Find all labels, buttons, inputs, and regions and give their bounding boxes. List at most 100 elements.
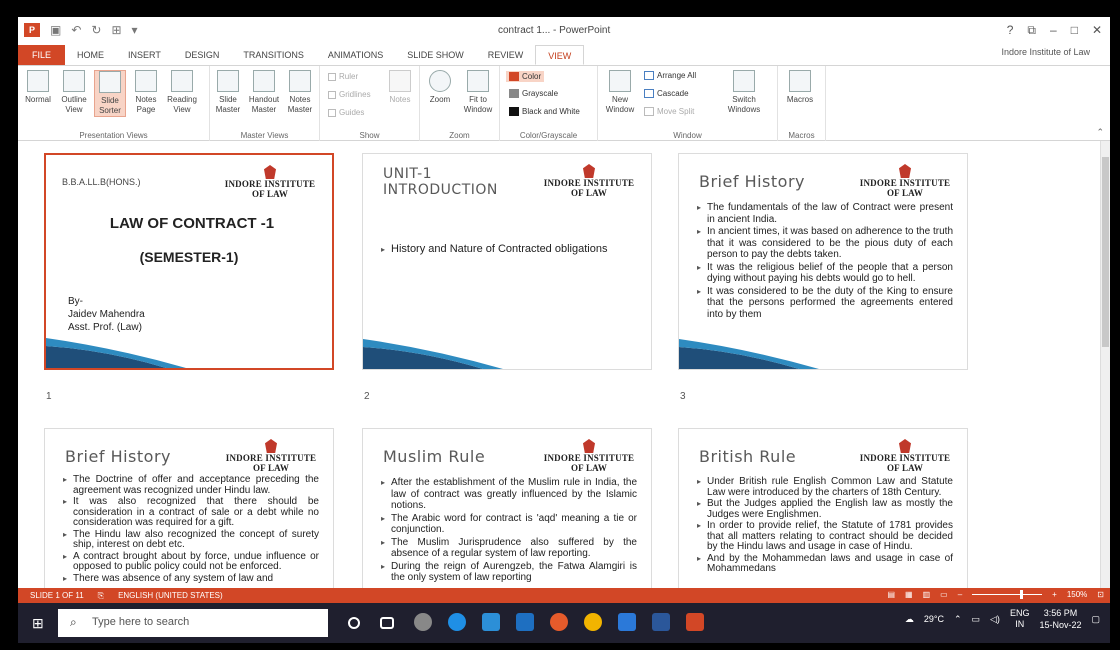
zoom-out-button[interactable]: – xyxy=(958,590,962,599)
customize-qat-icon[interactable]: ▾ xyxy=(132,23,138,37)
slide-title: UNIT-1 INTRODUCTION xyxy=(383,166,498,198)
color-grayscale-group: Color Grayscale Black and White Color/Gr… xyxy=(500,66,598,142)
new-window-button[interactable]: New Window xyxy=(602,70,638,115)
group-label: Master Views xyxy=(240,131,289,140)
slideshow-icon[interactable]: ▭ xyxy=(940,590,948,599)
color-button[interactable]: Color xyxy=(506,71,545,82)
gridlines-checkbox[interactable]: Gridlines xyxy=(328,90,371,99)
cortana-icon[interactable] xyxy=(348,617,360,629)
user-account[interactable]: Indore Institute of Law xyxy=(1001,47,1090,57)
tab-design[interactable]: DESIGN xyxy=(173,45,232,65)
edge-icon[interactable] xyxy=(448,613,466,631)
slide-thumbnail-2[interactable]: UNIT-1 INTRODUCTION INDORE INSTITUTE OF L… xyxy=(362,153,652,370)
zoom-slider-thumb[interactable] xyxy=(1020,590,1024,599)
mail-icon[interactable] xyxy=(516,613,534,631)
close-button[interactable]: ✕ xyxy=(1092,23,1102,38)
handout-master-button[interactable]: Handout Master xyxy=(248,70,280,115)
collapse-ribbon-icon[interactable]: ⌃ xyxy=(1096,127,1104,138)
ribbon-display-options-icon[interactable]: ⧉ xyxy=(1027,23,1036,38)
show-hidden-icons-icon[interactable]: ⌃ xyxy=(954,614,962,625)
status-bar: SLIDE 1 OF 11 ⎘ ENGLISH (UNITED STATES) … xyxy=(18,588,1110,603)
slide-thumbnail-6[interactable]: British Rule INDORE INSTITUTE OF LAW Und… xyxy=(678,428,968,588)
tab-transitions[interactable]: TRANSITIONS xyxy=(231,45,316,65)
fit-to-window-button[interactable]: Fit to Window xyxy=(462,70,494,115)
notes-master-button[interactable]: Notes Master xyxy=(284,70,316,115)
scrollbar-thumb[interactable] xyxy=(1102,157,1109,347)
slide-thumbnail-4[interactable]: Brief History INDORE INSTITUTE OF LAW Th… xyxy=(44,428,334,588)
chrome-icon[interactable] xyxy=(414,613,432,631)
store-icon[interactable] xyxy=(482,613,500,631)
notifications-icon[interactable]: ▢ xyxy=(1091,614,1100,625)
fit-slide-icon[interactable]: ⊡ xyxy=(1097,590,1104,599)
clock[interactable]: 3:56 PM 15-Nov-22 xyxy=(1039,607,1081,631)
minimize-button[interactable]: – xyxy=(1050,23,1057,38)
chrome-app-icon[interactable] xyxy=(584,613,602,631)
tab-animations[interactable]: ANIMATIONS xyxy=(316,45,395,65)
slide-sorter-button[interactable]: Slide Sorter xyxy=(94,70,126,117)
weather-icon[interactable]: ☁ xyxy=(905,614,914,625)
network-icon[interactable]: ▭ xyxy=(972,614,981,625)
macros-group: Macros Macros xyxy=(778,66,826,142)
zoom-in-button[interactable]: + xyxy=(1052,590,1057,599)
save-icon[interactable]: ▣ xyxy=(50,23,61,37)
reading-view-button[interactable]: Reading View xyxy=(166,70,198,115)
institute-logo: INDORE INSTITUTE OF LAW xyxy=(857,164,953,198)
black-and-white-button[interactable]: Black and White xyxy=(509,107,580,116)
move-split-button[interactable]: Move Split xyxy=(644,107,694,116)
word-icon[interactable] xyxy=(652,613,670,631)
emblem-icon xyxy=(899,439,911,453)
vertical-scrollbar[interactable] xyxy=(1100,141,1110,588)
slide-title: LAW OF CONTRACT -1 xyxy=(109,215,275,232)
tab-view[interactable]: VIEW xyxy=(535,45,585,65)
emblem-icon xyxy=(583,439,595,453)
slide-bullets: After the establishment of the Muslim ru… xyxy=(381,477,637,585)
windows-start-icon[interactable]: ⊞ xyxy=(32,615,44,632)
language-switcher[interactable]: ENG IN xyxy=(1010,608,1030,630)
window-controls: ? ⧉ – □ ✕ xyxy=(1007,23,1102,38)
switch-windows-button[interactable]: Switch Windows xyxy=(724,70,764,115)
window-group: New Window Arrange All Cascade Move Spli… xyxy=(598,66,778,142)
help-icon[interactable]: ? xyxy=(1007,23,1014,38)
task-view-icon[interactable] xyxy=(380,617,394,629)
normal-view-button[interactable]: Normal xyxy=(22,70,54,105)
slide-sorter-icon[interactable]: ▦ xyxy=(905,590,913,599)
slide-thumbnail-5[interactable]: Muslim Rule INDORE INSTITUTE OF LAW Afte… xyxy=(362,428,652,588)
macros-button[interactable]: Macros xyxy=(784,70,816,105)
quick-access-toolbar: P ▣ ↶ ↻ ⊞ ▾ xyxy=(24,23,138,37)
ruler-checkbox[interactable]: Ruler xyxy=(328,72,358,81)
outline-view-button[interactable]: Outline View xyxy=(58,70,90,115)
normal-view-icon[interactable]: ▤ xyxy=(887,590,895,599)
redo-icon[interactable]: ↻ xyxy=(91,23,101,37)
notes-button[interactable]: Notes xyxy=(384,70,416,105)
tab-review[interactable]: REVIEW xyxy=(476,45,536,65)
slide-title: Brief History xyxy=(65,447,171,466)
tab-home[interactable]: HOME xyxy=(65,45,116,65)
file-explorer-icon[interactable] xyxy=(618,613,636,631)
tab-slide-show[interactable]: SLIDE SHOW xyxy=(395,45,476,65)
grayscale-button[interactable]: Grayscale xyxy=(509,89,558,98)
spelling-icon[interactable]: ⎘ xyxy=(98,591,104,601)
slide-thumbnail-1[interactable]: B.B.A.LL.B(HONS.) INDORE INSTITUTE OF LA… xyxy=(44,153,334,370)
course-label: B.B.A.LL.B(HONS.) xyxy=(62,177,141,187)
cascade-button[interactable]: Cascade xyxy=(644,89,689,98)
slide-master-button[interactable]: Slide Master xyxy=(212,70,244,115)
powerpoint-taskbar-icon[interactable] xyxy=(686,613,704,631)
maximize-button[interactable]: □ xyxy=(1071,23,1078,38)
notes-page-button[interactable]: Notes Page xyxy=(130,70,162,115)
zoom-level[interactable]: 150% xyxy=(1067,590,1087,599)
start-from-beginning-icon[interactable]: ⊞ xyxy=(111,23,121,37)
arrange-all-button[interactable]: Arrange All xyxy=(644,71,696,80)
language-indicator[interactable]: ENGLISH (UNITED STATES) xyxy=(118,591,223,601)
zoom-button[interactable]: Zoom xyxy=(424,70,456,105)
undo-icon[interactable]: ↶ xyxy=(71,23,81,37)
taskbar-search-box[interactable]: ⌕ Type here to search xyxy=(58,609,328,637)
volume-icon[interactable]: ◁) xyxy=(990,614,1000,625)
zoom-slider[interactable] xyxy=(972,590,1043,599)
reading-view-icon[interactable]: ▥ xyxy=(923,590,931,599)
temperature[interactable]: 29°C xyxy=(924,614,944,624)
tab-insert[interactable]: INSERT xyxy=(116,45,173,65)
slide-thumbnail-3[interactable]: Brief History INDORE INSTITUTE OF LAW Th… xyxy=(678,153,968,370)
tab-file[interactable]: FILE xyxy=(18,45,66,65)
guides-checkbox[interactable]: Guides xyxy=(328,108,364,117)
firefox-icon[interactable] xyxy=(550,613,568,631)
